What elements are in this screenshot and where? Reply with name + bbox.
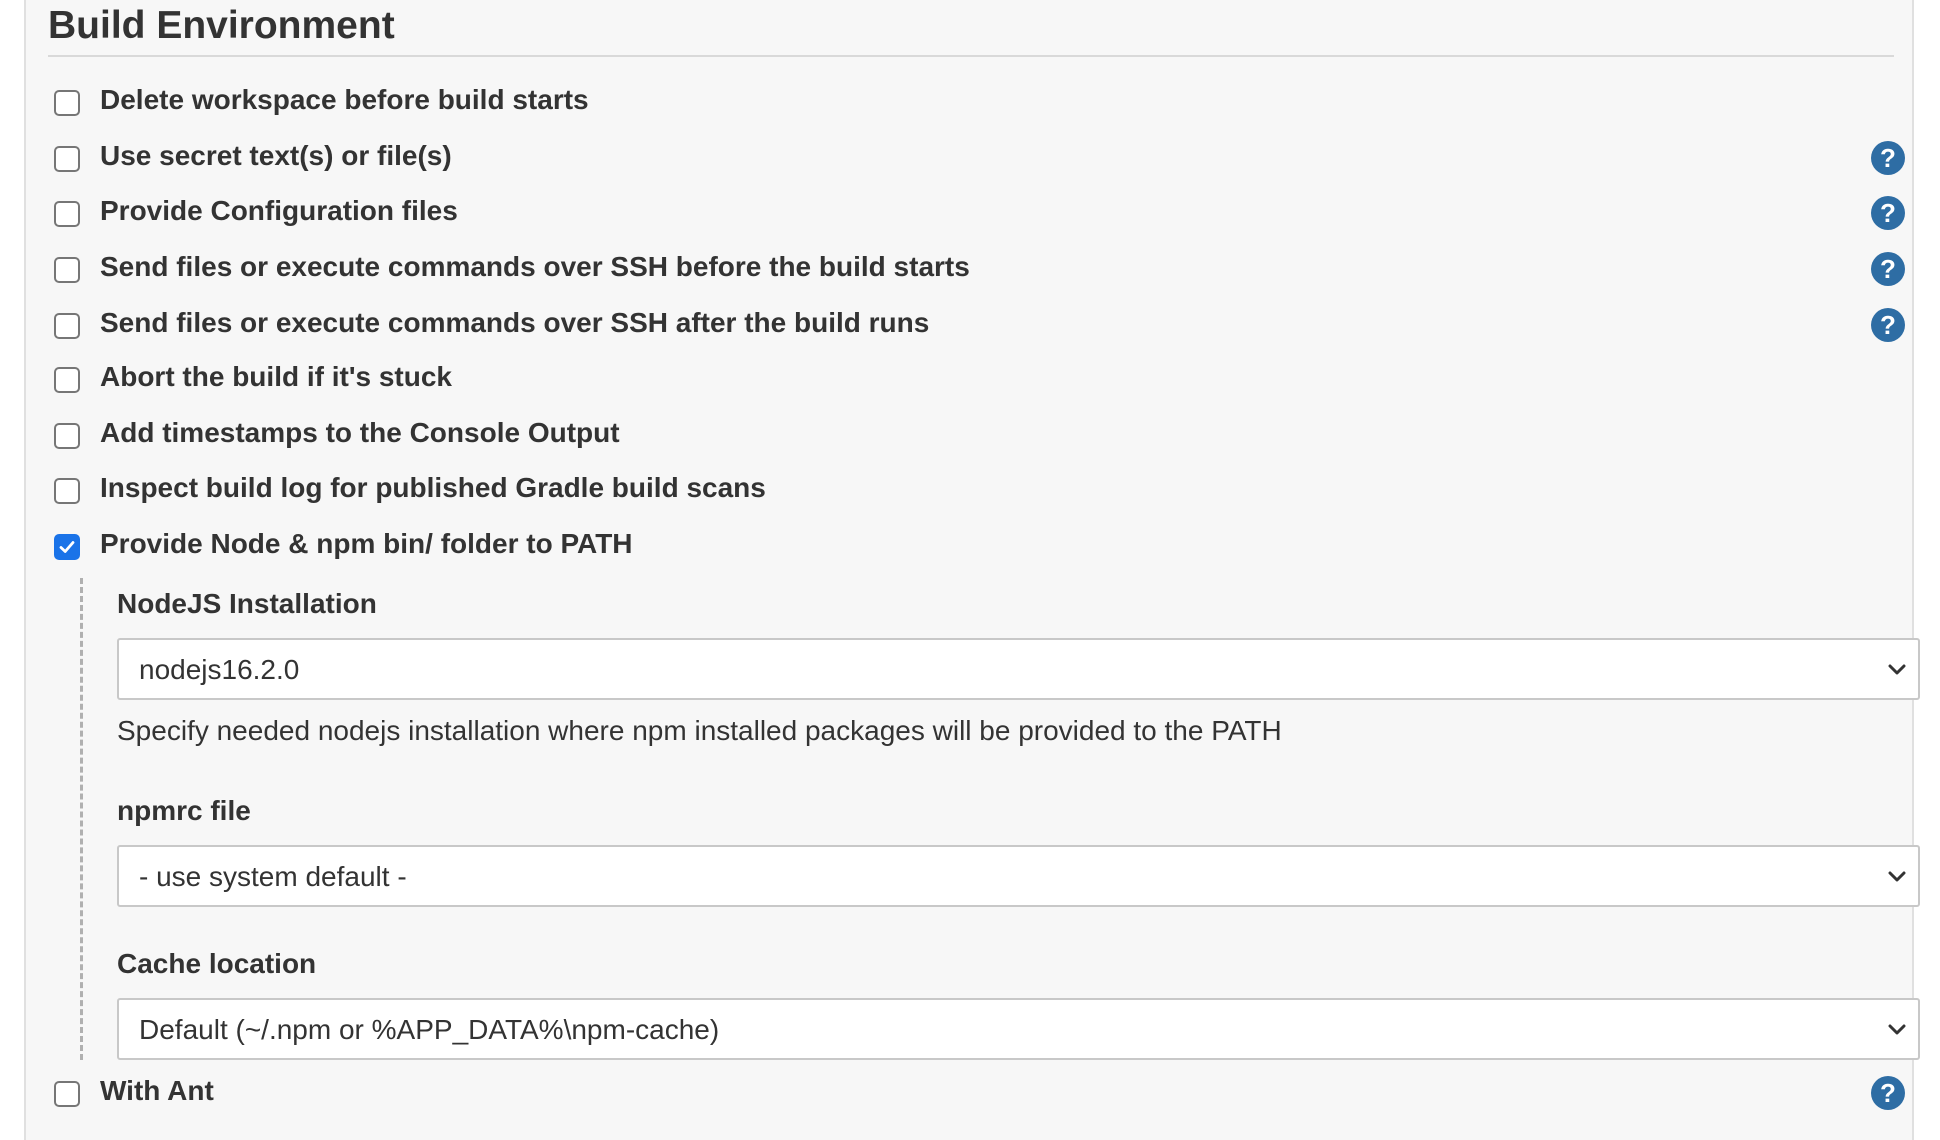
option-label: Send files or execute commands over SSH … [100, 251, 970, 282]
chevron-down-icon [1888, 871, 1906, 882]
question-circle-icon[interactable]: ? [1870, 1075, 1906, 1111]
checkbox-timestamps[interactable] [54, 423, 80, 449]
option-with-ant: With Ant ? [54, 1075, 1906, 1125]
svg-text:?: ? [1880, 310, 1896, 340]
npmrc-file-select[interactable]: - use system default - [117, 845, 1920, 907]
checkbox-abort-stuck[interactable] [54, 367, 80, 393]
option-ssh-after-build: Send files or execute commands over SSH … [54, 307, 1906, 357]
checkbox-secret-text[interactable] [54, 146, 80, 172]
option-label: Abort the build if it's stuck [100, 361, 452, 392]
option-label: Provide Node & npm bin/ folder to PATH [100, 528, 633, 559]
option-ssh-before-build: Send files or execute commands over SSH … [54, 251, 1906, 301]
option-gradle-scans: Inspect build log for published Gradle b… [54, 472, 1906, 522]
checkbox-ssh-before-build[interactable] [54, 257, 80, 283]
option-abort-stuck: Abort the build if it's stuck [54, 361, 1906, 411]
option-label: Add timestamps to the Console Output [100, 417, 620, 448]
svg-text:?: ? [1880, 143, 1896, 173]
svg-text:?: ? [1880, 254, 1896, 284]
section-divider [48, 55, 1894, 57]
nodejs-installation-description: Specify needed nodejs installation where… [117, 715, 1282, 746]
option-label: Send files or execute commands over SSH … [100, 307, 930, 338]
question-circle-icon[interactable]: ? [1870, 195, 1906, 231]
nodejs-installation-select[interactable]: nodejs16.2.0 [117, 638, 1920, 700]
question-circle-icon[interactable]: ? [1870, 140, 1906, 176]
option-label: With Ant [100, 1075, 214, 1106]
option-label: Use secret text(s) or file(s) [100, 140, 452, 171]
cache-location-select[interactable]: Default (~/.npm or %APP_DATA%\npm-cache) [117, 998, 1920, 1060]
npmrc-file-label: npmrc file [117, 795, 251, 826]
question-circle-icon[interactable]: ? [1870, 251, 1906, 287]
checkbox-gradle-scans[interactable] [54, 478, 80, 504]
nodejs-config-group: NodeJS Installation nodejs16.2.0 Specify… [80, 578, 1920, 1060]
checkbox-ssh-after-build[interactable] [54, 313, 80, 339]
option-label: Delete workspace before build starts [100, 84, 589, 115]
option-node-npm-path: Provide Node & npm bin/ folder to PATH [54, 528, 1906, 578]
checkbox-delete-workspace[interactable] [54, 90, 80, 116]
chevron-down-icon [1888, 1024, 1906, 1035]
nodejs-installation-value: nodejs16.2.0 [139, 654, 300, 685]
option-label: Provide Configuration files [100, 195, 458, 226]
nodejs-installation-label: NodeJS Installation [117, 588, 377, 619]
checkmark-icon [59, 541, 75, 553]
question-circle-icon[interactable]: ? [1870, 307, 1906, 343]
checkbox-config-files[interactable] [54, 201, 80, 227]
npmrc-file-value: - use system default - [139, 861, 407, 892]
option-label: Inspect build log for published Gradle b… [100, 472, 766, 503]
svg-text:?: ? [1880, 1078, 1896, 1108]
cache-location-value: Default (~/.npm or %APP_DATA%\npm-cache) [139, 1014, 720, 1045]
option-delete-workspace: Delete workspace before build starts [54, 84, 1906, 134]
build-environment-panel: Build Environment Delete workspace befor… [24, 0, 1920, 1140]
option-config-files: Provide Configuration files ? [54, 195, 1906, 245]
svg-text:?: ? [1880, 198, 1896, 228]
checkbox-node-npm-path[interactable] [54, 534, 80, 560]
option-secret-text: Use secret text(s) or file(s) ? [54, 140, 1906, 190]
chevron-down-icon [1888, 664, 1906, 675]
section-title: Build Environment [48, 4, 395, 47]
cache-location-label: Cache location [117, 948, 317, 979]
checkbox-with-ant[interactable] [54, 1081, 80, 1107]
option-timestamps: Add timestamps to the Console Output [54, 417, 1906, 467]
